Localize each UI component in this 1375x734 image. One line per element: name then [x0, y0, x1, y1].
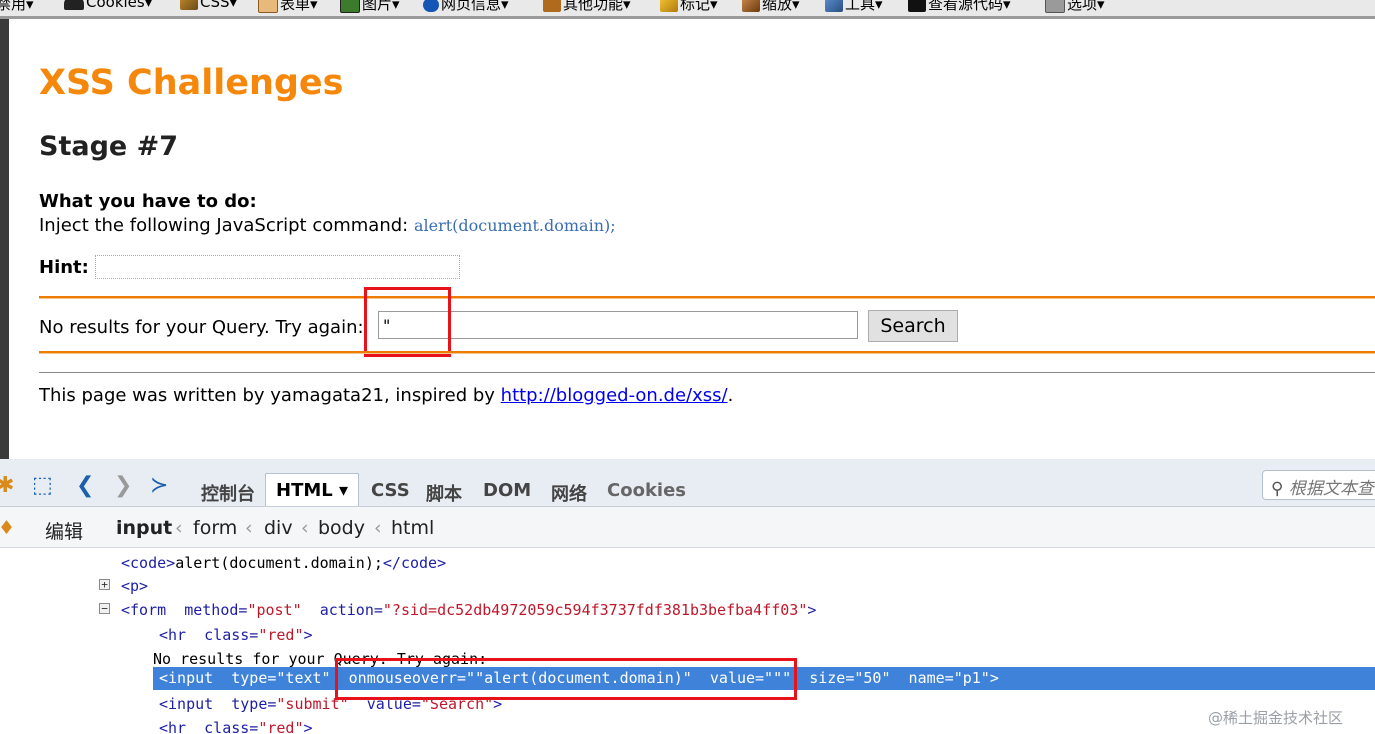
inject-code: alert(document.domain); — [413, 216, 616, 235]
html-tree-panel: <code>alert(document.domain);</code> + <… — [0, 548, 1375, 734]
toolbar-cookies[interactable]: Cookies▾ — [64, 0, 152, 11]
source-icon — [908, 0, 926, 12]
no-results-text: No results for your Query. Try again: — [39, 317, 364, 338]
tab-cookies[interactable]: Cookies — [607, 480, 686, 501]
toolbar-resize[interactable]: 缩放▾ — [742, 0, 800, 14]
back-icon[interactable]: ❮ — [76, 473, 94, 498]
tab-script[interactable]: 脚本 — [426, 480, 462, 506]
pointer-icon[interactable]: ♦ — [0, 517, 15, 539]
highlight-attribute-box — [335, 658, 797, 700]
expand-icon[interactable]: + — [99, 579, 110, 590]
breadcrumb-div[interactable]: div — [264, 517, 293, 539]
tree-line-form[interactable]: <form method="post" action="?sid=dc52db4… — [121, 601, 816, 619]
tab-console[interactable]: 控制台 — [201, 480, 255, 506]
toolbar-disable[interactable]: 禁用▾ — [0, 0, 34, 14]
breadcrumb-sep: ‹ — [245, 517, 253, 539]
watermark: @稀土掘金技术社区 — [1208, 709, 1344, 727]
task-description: Inject the following JavaScript command:… — [39, 215, 616, 236]
breadcrumb-html[interactable]: html — [391, 517, 434, 539]
footer: This page was written by yamagata21, ins… — [39, 385, 734, 406]
toolbar-images[interactable]: 图片▾ — [340, 0, 400, 14]
resize-icon — [742, 0, 760, 12]
breadcrumb-sep: ‹ — [374, 517, 382, 539]
hint-label: Hint: — [39, 257, 89, 278]
toolbar-outline[interactable]: 标记▾ — [660, 0, 718, 14]
cookie-icon — [64, 0, 84, 10]
form-icon — [258, 0, 278, 13]
css-icon — [180, 0, 198, 10]
breadcrumb-sep: ‹ — [301, 517, 309, 539]
collapse-icon[interactable]: − — [99, 603, 110, 614]
divider-top — [39, 296, 1375, 299]
tab-css[interactable]: CSS — [371, 480, 410, 501]
breadcrumb-form[interactable]: form — [193, 517, 237, 539]
toolbar-forms[interactable]: 表单▾ — [258, 0, 318, 14]
page-title: XSS Challenges — [39, 63, 344, 103]
tab-dom[interactable]: DOM — [483, 480, 531, 501]
toolbar-css[interactable]: CSS▾ — [180, 0, 237, 11]
toolbar-tools[interactable]: 工具▾ — [825, 0, 883, 14]
image-icon — [340, 0, 360, 13]
outline-icon — [660, 0, 678, 12]
toolbar-source[interactable]: 查看源代码▾ — [908, 0, 1011, 14]
toolbar-options[interactable]: 选项▾ — [1045, 0, 1105, 14]
browser-toolbar: 禁用▾ Cookies▾ CSS▾ 表单▾ 图片▾ 网页信息▾ 其他功能▾ 标记… — [0, 0, 1375, 19]
footer-divider — [39, 372, 1375, 373]
devtools-breadcrumb-bar: ♦ 编辑 input ‹ form ‹ div ‹ body ‹ html — [0, 507, 1375, 548]
info-icon — [423, 0, 439, 12]
options-icon — [1045, 0, 1065, 13]
breadcrumb-input[interactable]: input — [116, 517, 172, 539]
firebug-icon[interactable]: ✱ — [0, 473, 14, 498]
forward-icon[interactable]: ❯ — [114, 473, 132, 498]
divider-bottom — [39, 351, 1375, 354]
tree-line-p[interactable]: <p> — [121, 577, 148, 595]
footer-link[interactable]: http://blogged-on.de/xss/ — [501, 385, 728, 406]
search-icon: ⚲ — [1271, 479, 1284, 499]
highlight-input-box — [364, 287, 451, 357]
devtools-tabbar: ✱ ⬚ ❮ ❯ ≻ 控制台 HTML ▾ CSS 脚本 DOM 网络 Cooki… — [0, 459, 1375, 507]
toolbar-misc[interactable]: 其他功能▾ — [543, 0, 631, 14]
edit-button[interactable]: 编辑 — [45, 517, 83, 544]
task-heading: What you have to do: — [39, 191, 257, 212]
command-line-icon[interactable]: ≻ — [150, 473, 168, 498]
inspect-icon[interactable]: ⬚ — [32, 473, 53, 498]
devtools-search[interactable]: ⚲ 根据文本查 — [1262, 470, 1375, 500]
hint-box — [95, 255, 460, 279]
breadcrumb-body[interactable]: body — [318, 517, 365, 539]
tree-line-hr[interactable]: <hr class="red"> — [159, 626, 313, 644]
stage-heading: Stage #7 — [39, 131, 179, 162]
misc-icon — [543, 0, 561, 12]
search-button[interactable]: Search — [868, 310, 958, 342]
tab-html[interactable]: HTML ▾ — [265, 473, 360, 506]
tree-line-code[interactable]: <code>alert(document.domain);</code> — [121, 554, 446, 572]
tools-icon — [825, 0, 843, 12]
tab-net[interactable]: 网络 — [551, 480, 587, 506]
toolbar-info[interactable]: 网页信息▾ — [423, 0, 509, 14]
breadcrumb-sep: ‹ — [175, 517, 183, 539]
tree-line-hr2[interactable]: <hr class="red"> — [159, 719, 313, 734]
window-edge — [0, 19, 9, 459]
xss-challenge-page: XSS Challenges Stage #7 What you have to… — [9, 19, 1375, 459]
